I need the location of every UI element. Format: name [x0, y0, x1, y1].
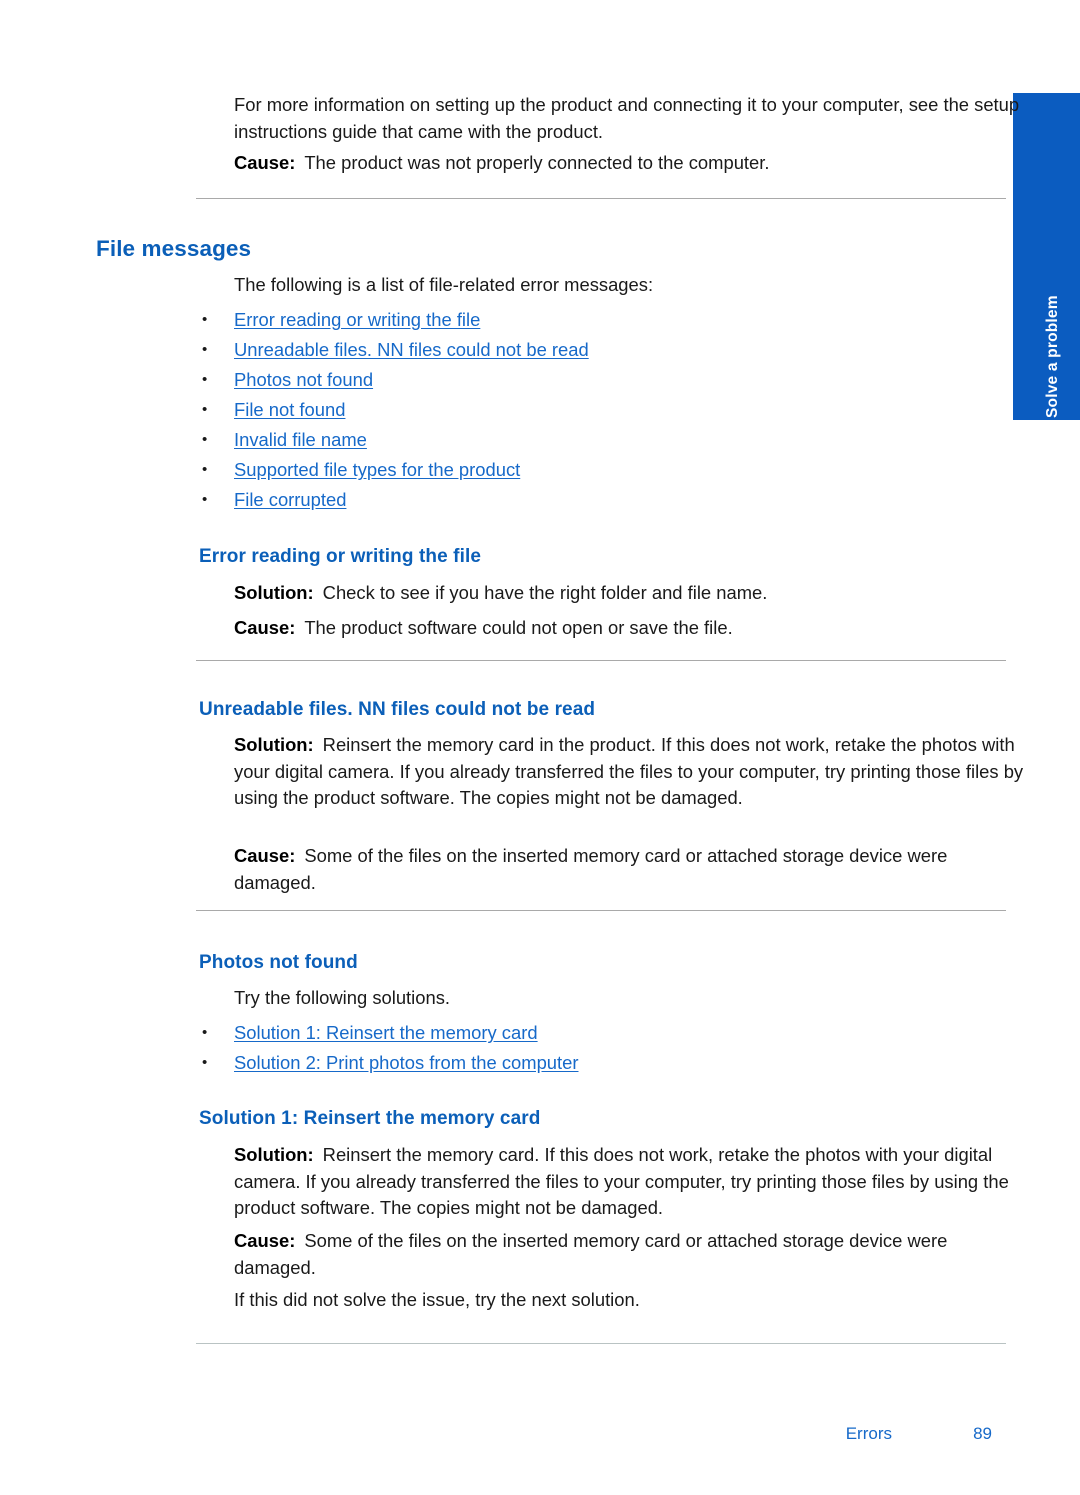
sub4-next-solution-text: If this did not solve the issue, try the…: [234, 1289, 640, 1310]
sub4-cause-block: Cause: Some of the files on the inserted …: [0, 1228, 1010, 1281]
sub3-intro-block: Try the following solutions.: [0, 985, 1010, 1012]
intro-paragraph: For more information on setting up the p…: [234, 94, 1020, 142]
cause-text: The product software could not open or s…: [304, 617, 733, 638]
solution-label: Solution:: [234, 734, 314, 755]
cause-label: Cause:: [234, 1230, 296, 1251]
link-invalid-file-name[interactable]: Invalid file name: [234, 429, 367, 450]
file-message-link-list: • Error reading or writing the file • Un…: [0, 305, 589, 515]
footer-section-label: Errors: [845, 1424, 892, 1443]
cause-label: Cause:: [234, 152, 296, 173]
bullet-icon: •: [202, 311, 208, 328]
bullet-icon: •: [202, 371, 208, 388]
intro-paragraph-block: For more information on setting up the p…: [0, 92, 1019, 145]
solution-text: Reinsert the memory card. If this does n…: [234, 1144, 1009, 1219]
list-item: • Supported file types for the product: [0, 455, 589, 485]
sub4-solution-block: Solution: Reinsert the memory card. If th…: [0, 1142, 1010, 1222]
link-file-corrupted[interactable]: File corrupted: [234, 489, 346, 510]
bullet-icon: •: [202, 461, 208, 478]
list-item: • Error reading or writing the file: [0, 305, 589, 335]
sub3-intro: Try the following solutions.: [234, 987, 451, 1008]
page-footer: Errors 89: [0, 1424, 1010, 1448]
side-tab-label: Solve a problem: [1044, 295, 1061, 418]
link-solution-1-reinsert-memory-card[interactable]: Solution 1: Reinsert the memory card: [234, 1022, 538, 1043]
sub2-solution: Solution: Reinsert the memory card in the…: [234, 732, 1024, 812]
list-item: • Invalid file name: [0, 425, 589, 455]
bullet-icon: •: [202, 401, 208, 418]
bullet-icon: •: [202, 1024, 208, 1041]
sub2-cause: Cause: Some of the files on the inserted …: [234, 843, 1024, 896]
sub4-cause: Cause: Some of the files on the inserted …: [234, 1228, 1024, 1281]
sub1-cause-block: Cause: The product software could not ope…: [0, 615, 1010, 642]
section-intro-block: The following is a list of file-related …: [0, 272, 1010, 299]
solution-label: Solution:: [234, 582, 314, 603]
link-file-not-found[interactable]: File not found: [234, 399, 345, 420]
solution-text: Check to see if you have the right folde…: [322, 582, 768, 603]
footer-page-number: 89: [973, 1424, 992, 1443]
sub1-solution-block: Solution: Check to see if you have the ri…: [0, 580, 1010, 607]
link-supported-file-types[interactable]: Supported file types for the product: [234, 459, 520, 480]
sub4-solution: Solution: Reinsert the memory card. If th…: [234, 1142, 1024, 1222]
cause-text: The product was not properly connected t…: [304, 152, 770, 173]
sub2-cause-block: Cause: Some of the files on the inserted …: [0, 843, 1010, 896]
link-photos-not-found[interactable]: Photos not found: [234, 369, 373, 390]
sub1-cause: Cause: The product software could not ope…: [234, 615, 1024, 642]
list-item: • Solution 1: Reinsert the memory card: [0, 1018, 579, 1048]
cause-label: Cause:: [234, 617, 296, 638]
sub2-solution-block: Solution: Reinsert the memory card in the…: [0, 732, 1023, 812]
list-item: • Photos not found: [0, 365, 589, 395]
document-page: Solve a problem For more information on …: [0, 0, 1080, 1495]
sub1-solution: Solution: Check to see if you have the ri…: [234, 580, 1024, 607]
bullet-icon: •: [202, 341, 208, 358]
bullet-icon: •: [202, 1054, 208, 1071]
link-solution-2-print-photos[interactable]: Solution 2: Print photos from the comput…: [234, 1052, 579, 1073]
cause-label: Cause:: [234, 845, 296, 866]
list-item: • File corrupted: [0, 485, 589, 515]
cause-text: Some of the files on the inserted memory…: [234, 845, 948, 893]
subsection-title-error-reading: Error reading or writing the file: [199, 546, 482, 567]
solution-label: Solution:: [234, 1144, 314, 1165]
photos-not-found-link-list: • Solution 1: Reinsert the memory card •…: [0, 1018, 579, 1078]
bullet-icon: •: [202, 491, 208, 508]
intro-cause-block: Cause: The product was not properly conne…: [0, 150, 1010, 177]
solution-text: Reinsert the memory card in the product.…: [234, 734, 1024, 809]
subsection-title-photos-not-found: Photos not found: [199, 952, 358, 973]
footer-divider-rule: [196, 1343, 1006, 1344]
subsection-title-unreadable-files: Unreadable files. NN files could not be …: [199, 699, 596, 720]
divider-rule: [196, 198, 1006, 199]
page-title: File messages: [96, 236, 252, 261]
bullet-icon: •: [202, 431, 208, 448]
list-item: • Unreadable files. NN files could not b…: [0, 335, 589, 365]
list-item: • File not found: [0, 395, 589, 425]
sub4-next-block: If this did not solve the issue, try the…: [0, 1287, 1010, 1314]
divider-rule: [196, 660, 1006, 661]
section-intro: The following is a list of file-related …: [234, 274, 654, 295]
link-error-reading-or-writing-the-file[interactable]: Error reading or writing the file: [234, 309, 480, 330]
intro-cause: Cause: The product was not properly conne…: [234, 150, 1024, 177]
link-unreadable-files[interactable]: Unreadable files. NN files could not be …: [234, 339, 589, 360]
cause-text: Some of the files on the inserted memory…: [234, 1230, 948, 1278]
list-item: • Solution 2: Print photos from the comp…: [0, 1048, 579, 1078]
subsection-title-solution-1: Solution 1: Reinsert the memory card: [199, 1108, 541, 1129]
divider-rule: [196, 910, 1006, 911]
